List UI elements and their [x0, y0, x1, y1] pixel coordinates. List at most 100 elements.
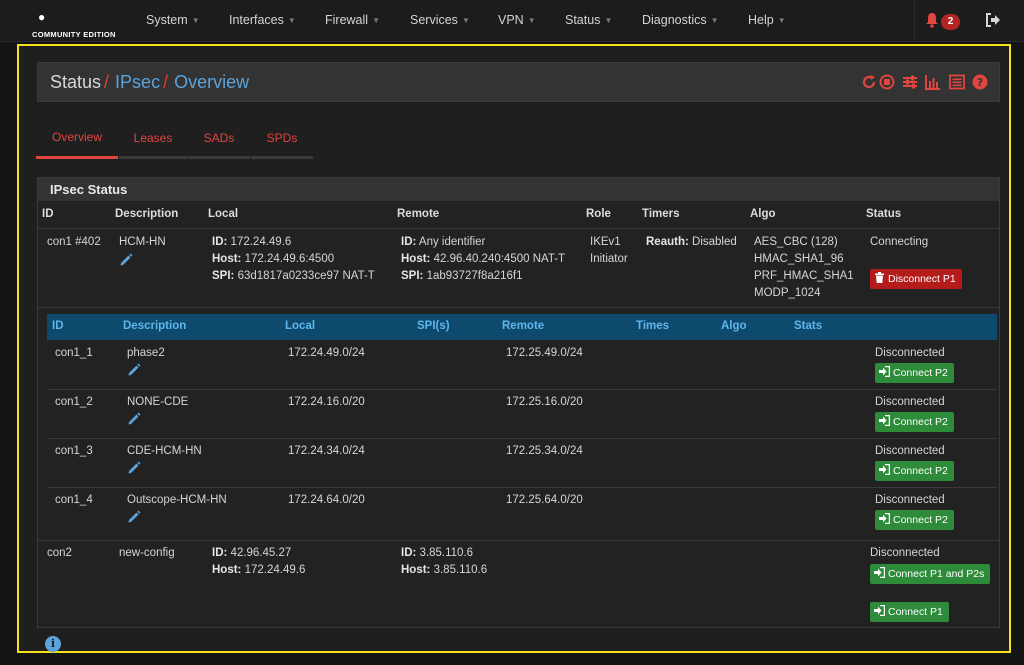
- con2-status: Disconnected: [870, 547, 940, 559]
- child-col-description: Description: [123, 320, 187, 332]
- child-col-spis: SPI(s): [417, 320, 450, 332]
- chevron-down-icon: ▼: [777, 16, 786, 25]
- connect-p1-button[interactable]: Connect P1: [870, 602, 949, 622]
- con1-local: ID: 172.24.49.6 Host: 172.24.49.6:4500 S…: [212, 234, 375, 285]
- con1-role: IKEv1 Initiator: [590, 234, 628, 268]
- tab-leases[interactable]: Leases: [119, 131, 187, 159]
- connect-p1-and-p2s-label: Connect P1 and P2s: [888, 568, 985, 580]
- nav-interfaces-label: Interfaces: [229, 13, 284, 27]
- row-divider: [38, 540, 999, 541]
- con1-remote-id-label: ID:: [401, 236, 417, 248]
- con1-algo-dh: MODP_1024: [754, 287, 821, 299]
- logout-icon[interactable]: [985, 12, 1001, 28]
- log-list-icon[interactable]: [949, 74, 965, 90]
- connect-p1-label: Connect P1: [888, 606, 943, 618]
- tab-spds[interactable]: SPDs: [251, 131, 313, 159]
- col-header-algo: Algo: [750, 208, 776, 220]
- row-divider: [47, 389, 997, 390]
- pencil-icon[interactable]: [127, 461, 141, 475]
- pencil-icon[interactable]: [127, 412, 141, 426]
- con1-role-type: Initiator: [590, 253, 628, 265]
- child-sa-header: ID Description Local SPI(s) Remote Times…: [47, 314, 997, 340]
- con1-timers-value: Disabled: [692, 236, 737, 248]
- connect-p2-button[interactable]: Connect P2: [875, 510, 954, 530]
- sign-in-icon: [874, 567, 885, 578]
- nav-interfaces[interactable]: Interfaces ▼: [229, 13, 296, 27]
- tab-sads-label: SADs: [203, 131, 235, 145]
- chevron-down-icon: ▼: [461, 16, 470, 25]
- notification-count-badge[interactable]: 2: [941, 14, 960, 30]
- connect-p2-button[interactable]: Connect P2: [875, 461, 954, 481]
- child-1-status: Disconnected: [875, 347, 945, 359]
- nav-vpn[interactable]: VPN ▼: [498, 13, 536, 27]
- pfsense-logo[interactable]: ● COMMUNITY EDITION: [30, 6, 125, 40]
- connect-p2-button[interactable]: Connect P2: [875, 363, 954, 383]
- child-4-local: 172.24.64.0/20: [288, 494, 365, 506]
- restart-service-icon[interactable]: [861, 74, 877, 90]
- chevron-down-icon: ▼: [710, 16, 719, 25]
- breadcrumb-overview-link[interactable]: Overview: [174, 72, 249, 92]
- pencil-icon[interactable]: [127, 363, 141, 377]
- panel-title: IPsec Status: [38, 178, 999, 201]
- chevron-down-icon: ▼: [287, 16, 296, 25]
- con1-algo-enc: AES_CBC (128): [754, 236, 838, 248]
- pencil-icon[interactable]: [119, 253, 133, 267]
- info-icon[interactable]: i: [45, 636, 61, 652]
- connect-p2-button[interactable]: Connect P2: [875, 412, 954, 432]
- child-2-remote: 172.25.16.0/20: [506, 396, 583, 408]
- tab-spds-label: SPDs: [266, 131, 298, 145]
- tab-sads[interactable]: SADs: [188, 131, 250, 159]
- col-header-local: Local: [208, 208, 239, 220]
- con1-local-spi-label: SPI:: [212, 270, 235, 282]
- con2-local-id: 42.96.45.27: [230, 547, 292, 559]
- settings-sliders-icon[interactable]: [902, 74, 918, 90]
- nav-firewall-label: Firewall: [325, 13, 369, 27]
- nav-firewall[interactable]: Firewall ▼: [325, 13, 380, 27]
- col-header-id: ID: [42, 208, 54, 220]
- child-1-description: phase2: [127, 347, 165, 359]
- nav-diagnostics[interactable]: Diagnostics ▼: [642, 13, 719, 27]
- child-3-description: CDE-HCM-HN: [127, 445, 202, 457]
- sign-in-icon: [879, 513, 890, 524]
- col-header-status: Status: [866, 208, 902, 220]
- child-1-id: con1_1: [55, 347, 93, 359]
- con1-remote-id: Any identifier: [418, 236, 486, 248]
- child-col-id: ID: [52, 320, 64, 332]
- child-col-stats: Stats: [794, 320, 823, 332]
- row-divider: [47, 438, 997, 439]
- child-2-id: con1_2: [55, 396, 93, 408]
- stop-service-icon[interactable]: [879, 74, 895, 90]
- con1-algo: AES_CBC (128) HMAC_SHA1_96 PRF_HMAC_SHA1…: [754, 234, 854, 302]
- child-col-times: Times: [636, 320, 670, 332]
- con1-local-host: 172.24.49.6:4500: [244, 253, 335, 265]
- con1-local-spi: 63d1817a0233ce97 NAT-T: [237, 270, 375, 282]
- tab-overview-label: Overview: [51, 130, 102, 144]
- child-4-remote: 172.25.64.0/20: [506, 494, 583, 506]
- col-header-description: Description: [115, 208, 179, 220]
- nav-services[interactable]: Services ▼: [410, 13, 470, 27]
- connect-p2-label: Connect P2: [893, 367, 948, 379]
- con1-local-host-label: Host:: [212, 253, 242, 265]
- con1-local-id: 172.24.49.6: [230, 236, 292, 248]
- nav-divider: [914, 0, 915, 42]
- con1-remote-spi-label: SPI:: [401, 270, 424, 282]
- breadcrumb-ipsec-link[interactable]: IPsec: [115, 72, 160, 92]
- nav-system[interactable]: System ▼: [146, 13, 200, 27]
- con2-local-host: 172.24.49.6: [244, 564, 306, 576]
- nav-status[interactable]: Status ▼: [565, 13, 612, 27]
- bell-icon[interactable]: [925, 12, 939, 28]
- tab-overview[interactable]: Overview: [36, 131, 118, 159]
- bar-chart-icon[interactable]: [925, 74, 941, 90]
- row-divider: [38, 307, 999, 308]
- chevron-down-icon: ▼: [372, 16, 380, 25]
- child-3-local: 172.24.34.0/24: [288, 445, 365, 457]
- help-question-icon[interactable]: ?: [972, 74, 988, 90]
- con2-id: con2: [47, 547, 72, 559]
- tab-leases-label: Leases: [133, 131, 173, 145]
- disconnect-p1-button[interactable]: Disconnect P1: [870, 269, 962, 289]
- nav-help[interactable]: Help ▼: [748, 13, 786, 27]
- pencil-icon[interactable]: [127, 510, 141, 524]
- con1-id: con1 #402: [47, 236, 101, 248]
- con1-remote-host: 42.96.40.240:4500 NAT-T: [433, 253, 566, 265]
- connect-p1-and-p2s-button[interactable]: Connect P1 and P2s: [870, 564, 991, 584]
